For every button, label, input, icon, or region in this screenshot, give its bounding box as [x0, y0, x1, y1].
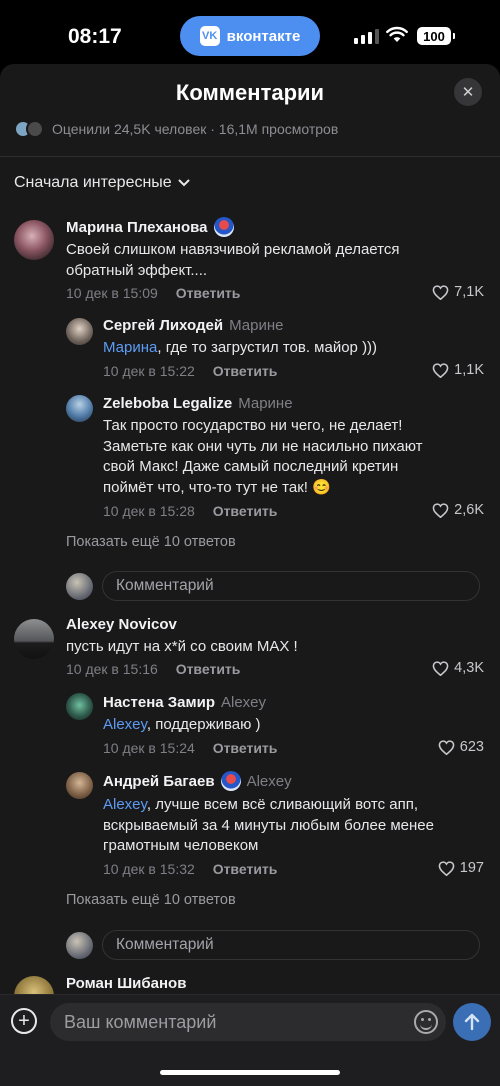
- reply-target: Alexey: [221, 694, 267, 711]
- close-button[interactable]: ✕: [454, 78, 482, 106]
- donut-badge-icon: [213, 217, 234, 237]
- comment-text: пусть идут на х*й со своим MAX !: [66, 638, 298, 655]
- reply-button[interactable]: Ответить: [176, 285, 241, 301]
- reply-target: Марине: [238, 395, 293, 412]
- avatar[interactable]: [14, 619, 54, 659]
- emoji-icon[interactable]: [414, 1010, 438, 1034]
- comment-input[interactable]: Комментарий: [102, 571, 480, 601]
- reply-target: Alexey: [246, 772, 292, 790]
- reply-button[interactable]: Ответить: [213, 861, 278, 877]
- reply-meta: 10 дек в 15:22 Ответить: [103, 363, 278, 379]
- donut-badge-icon: [220, 771, 241, 791]
- mention-link[interactable]: Марина: [103, 339, 157, 356]
- reply-button[interactable]: Ответить: [213, 363, 278, 379]
- comments-sheet: Комментарии ✕ Оценили 24,5K человек · 16…: [0, 64, 500, 1086]
- reply-meta: 10 дек в 15:24 Ответить: [103, 740, 278, 756]
- like-button[interactable]: 623: [438, 739, 484, 755]
- likes-stats[interactable]: Оценили 24,5K человек · 16,1M просмотров: [14, 120, 338, 138]
- heart-icon: [432, 284, 449, 300]
- avatar[interactable]: [66, 772, 93, 799]
- like-button[interactable]: 2,6K: [432, 502, 484, 518]
- heart-icon: [438, 860, 455, 876]
- like-button[interactable]: 197: [438, 860, 484, 876]
- heart-icon: [432, 362, 449, 378]
- wifi-icon: [386, 26, 408, 42]
- avatar: [66, 931, 93, 959]
- chevron-down-icon: [178, 179, 190, 187]
- compose-placeholder: Ваш комментарий: [64, 1011, 217, 1032]
- reply-meta: 10 дек в 15:32 Ответить: [103, 861, 278, 877]
- avatar[interactable]: [66, 395, 93, 422]
- comment-author[interactable]: Марина Плеханова: [66, 217, 234, 237]
- reply-text: Так просто государство ни чего, не делае…: [103, 417, 423, 496]
- home-indicator: [160, 1070, 340, 1075]
- show-more-replies[interactable]: Показать ещё 10 ответов: [66, 534, 236, 550]
- reply-text: Alexey, лучше всем всё сливающий вотс ап…: [103, 796, 434, 854]
- liker-avatars: [14, 120, 44, 138]
- avatar[interactable]: [66, 318, 93, 345]
- reply-author[interactable]: Андрей Багаев Alexey: [103, 771, 292, 791]
- avatar: [66, 572, 93, 600]
- heart-icon: [438, 739, 455, 755]
- like-button[interactable]: 1,1K: [432, 362, 484, 378]
- vk-app-pill[interactable]: VK вконтакте: [180, 16, 320, 56]
- mention-link[interactable]: Alexey: [103, 716, 147, 733]
- like-button[interactable]: 7,1K: [432, 284, 484, 300]
- attach-button[interactable]: +: [11, 1008, 37, 1034]
- reply-button[interactable]: Ответить: [213, 503, 278, 519]
- show-more-replies[interactable]: Показать ещё 10 ответов: [66, 892, 236, 908]
- heart-icon: [432, 502, 449, 518]
- send-button[interactable]: [453, 1003, 491, 1041]
- comment-input[interactable]: Комментарий: [102, 930, 480, 960]
- reply-author[interactable]: Zeleboba Legalize Марине: [103, 395, 293, 412]
- sort-dropdown[interactable]: Сначала интересные: [14, 174, 190, 192]
- comment-meta: 10 дек в 15:09 Ответить: [66, 285, 241, 301]
- reply-field-row: Комментарий: [66, 571, 480, 601]
- reply-button[interactable]: Ответить: [176, 661, 241, 677]
- vk-logo-icon: VK: [199, 26, 220, 46]
- reply-author[interactable]: Сергей Лиходей Марине: [103, 317, 283, 334]
- clock: 08:17: [68, 25, 122, 48]
- status-bar: 08:17 VK вконтакте 100: [0, 0, 500, 70]
- reply-text: Alexey, поддерживаю ): [103, 716, 261, 733]
- stats-text: Оценили 24,5K человек · 16,1M просмотров: [52, 121, 339, 137]
- comment-compose-input[interactable]: Ваш комментарий: [50, 1003, 446, 1041]
- reply-author[interactable]: Настена Замир Alexey: [103, 694, 266, 711]
- close-icon: ✕: [461, 84, 475, 101]
- comment-author[interactable]: Роман Шибанов: [66, 975, 186, 992]
- arrow-up-icon: [464, 1013, 480, 1031]
- reply-target: Марине: [229, 317, 284, 334]
- cellular-signal-icon: [354, 28, 379, 44]
- reply-meta: 10 дек в 15:28 Ответить: [103, 503, 278, 519]
- comment-meta: 10 дек в 15:16 Ответить: [66, 661, 241, 677]
- battery-icon: 100: [417, 27, 455, 45]
- comment-text: Своей слишком навязчивой рекламой делает…: [66, 241, 400, 279]
- divider: [0, 156, 500, 157]
- like-button[interactable]: 4,3K: [432, 660, 484, 676]
- avatar[interactable]: [14, 220, 54, 260]
- comment-author[interactable]: Alexey Novicov: [66, 616, 177, 633]
- plus-icon: +: [18, 1010, 30, 1032]
- reply-field-row: Комментарий: [66, 930, 480, 960]
- reply-text: Марина, где то загрустил тов. майор ))): [103, 339, 378, 356]
- mention-link[interactable]: Alexey: [103, 796, 147, 813]
- avatar[interactable]: [66, 693, 93, 720]
- avatar: [26, 120, 44, 138]
- reply-button[interactable]: Ответить: [213, 740, 278, 756]
- heart-icon: [432, 660, 449, 676]
- vk-pill-label: вконтакте: [226, 27, 301, 45]
- sort-label: Сначала интересные: [14, 174, 172, 191]
- sheet-title: Комментарии: [175, 80, 325, 105]
